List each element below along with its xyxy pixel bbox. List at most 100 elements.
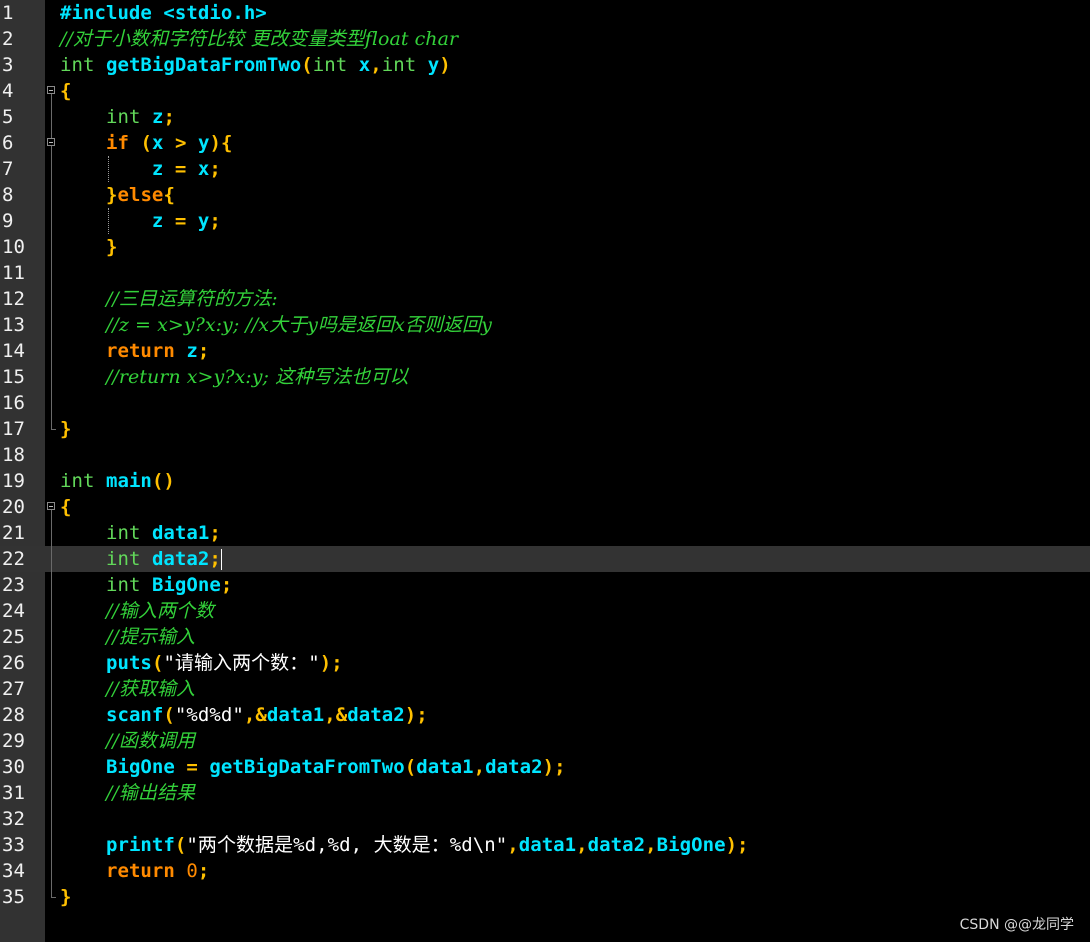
code-text[interactable]: int data1; xyxy=(60,520,221,546)
code-text[interactable]: }else{ xyxy=(60,182,175,208)
code-text[interactable]: printf("两个数据是%d,%d, 大数是：%d\n",data1,data… xyxy=(60,832,749,858)
code-text[interactable]: } xyxy=(60,884,72,910)
code-line[interactable]: 27 //获取输入 xyxy=(0,676,1090,702)
code-line[interactable]: 3 int getBigDataFromTwo(int x,int y) xyxy=(0,52,1090,78)
code-text[interactable]: //输入两个数 xyxy=(60,598,214,624)
code-text[interactable]: } xyxy=(60,416,72,442)
line-number: 25 xyxy=(2,626,25,648)
code-text[interactable]: int getBigDataFromTwo(int x,int y) xyxy=(60,52,451,78)
code-line[interactable]: 8 }else{ xyxy=(0,182,1090,208)
code-line[interactable]: 29 //函数调用 xyxy=(0,728,1090,754)
code-line[interactable]: 7 z = x; xyxy=(0,156,1090,182)
code-text[interactable]: { xyxy=(60,78,72,104)
code-text[interactable]: //函数调用 xyxy=(60,728,195,754)
code-line[interactable]: 12 //三目运算符的方法: xyxy=(0,286,1090,312)
fold-marker xyxy=(45,26,58,52)
code-line[interactable]: 1 #include <stdio.h> xyxy=(0,0,1090,26)
code-text[interactable]: return 0; xyxy=(60,858,209,884)
code-text[interactable]: int main() xyxy=(60,468,175,494)
code-line[interactable]: 24 //输入两个数 xyxy=(0,598,1090,624)
code-text[interactable]: puts("请输入两个数："); xyxy=(60,650,343,676)
code-text[interactable]: int z; xyxy=(60,104,175,130)
code-line[interactable]: 18 xyxy=(0,442,1090,468)
code-text[interactable]: int BigOne; xyxy=(60,572,232,598)
code-line[interactable]: 13 //z = x>y?x:y; //x大于y吗是返回x否则返回y xyxy=(0,312,1090,338)
code-line[interactable]: 21 int data1; xyxy=(0,520,1090,546)
code-line[interactable]: 20 { xyxy=(0,494,1090,520)
fold-collapse-icon[interactable] xyxy=(47,138,55,146)
code-editor[interactable]: 1 #include <stdio.h> 2 //对于小数和字符比较 更改变量类型fl… xyxy=(0,0,1090,942)
fold-marker[interactable] xyxy=(45,78,58,104)
code-text[interactable]: BigOne = getBigDataFromTwo(data1,data2); xyxy=(60,754,566,780)
code-text[interactable]: //获取输入 xyxy=(60,676,195,702)
code-line[interactable]: 10 } xyxy=(0,234,1090,260)
code-line[interactable]: 28 scanf("%d%d",&data1,&data2); xyxy=(0,702,1090,728)
fold-collapse-icon[interactable] xyxy=(47,86,55,94)
string-token: "%d%d" xyxy=(174,704,244,726)
code-line[interactable]: 17} xyxy=(0,416,1090,442)
fold-marker[interactable] xyxy=(45,494,58,520)
preprocessor-token: #include <stdio.h> xyxy=(60,2,267,24)
fold-marker[interactable] xyxy=(45,130,58,156)
code-line[interactable]: 26 puts("请输入两个数："); xyxy=(0,650,1090,676)
string-token: "请输入两个数：" xyxy=(163,652,320,674)
code-line[interactable]: 30 BigOne = getBigDataFromTwo(data1,data… xyxy=(0,754,1090,780)
code-line[interactable]: 14 return z; xyxy=(0,338,1090,364)
code-text[interactable]: //对于小数和字符比较 更改变量类型float char xyxy=(60,26,458,52)
code-text[interactable]: if (x > y){ xyxy=(60,130,232,156)
code-line[interactable]: 35} xyxy=(0,884,1090,910)
fold-marker xyxy=(45,754,58,780)
fold-collapse-icon[interactable] xyxy=(47,502,55,510)
code-line[interactable]: 6 if (x > y){ xyxy=(0,130,1090,156)
identifier-token: y xyxy=(197,210,210,232)
identifier-token: data2 xyxy=(347,704,405,726)
fold-marker xyxy=(45,728,58,754)
code-text[interactable]: //z = x>y?x:y; //x大于y吗是返回x否则返回y xyxy=(60,312,492,338)
code-text[interactable]: } xyxy=(60,234,117,260)
code-line[interactable]: 16 xyxy=(0,390,1090,416)
code-line[interactable]: 9 z = y; xyxy=(0,208,1090,234)
code-line[interactable]: 33 printf("两个数据是%d,%d, 大数是：%d\n",data1,d… xyxy=(0,832,1090,858)
code-line[interactable]: 15 //return x>y?x:y; 这种写法也可以 xyxy=(0,364,1090,390)
code-text[interactable]: //提示输入 xyxy=(60,624,195,650)
code-line[interactable]: 11 xyxy=(0,260,1090,286)
code-line[interactable]: 34 return 0; xyxy=(0,858,1090,884)
fold-marker xyxy=(45,364,58,390)
code-text[interactable]: #include <stdio.h> xyxy=(60,0,267,26)
identifier-token: x xyxy=(197,158,210,180)
operator-token: , xyxy=(507,834,519,856)
identifier-token: x xyxy=(151,132,164,154)
code-line[interactable]: 4{ xyxy=(0,78,1090,104)
code-line[interactable]: 31 //输出结果 xyxy=(0,780,1090,806)
code-text[interactable]: //return x>y?x:y; 这种写法也可以 xyxy=(60,364,408,390)
line-number: 33 xyxy=(2,834,25,856)
code-text[interactable]: z = x; xyxy=(60,156,221,182)
code-line[interactable]: 19 int main() xyxy=(0,468,1090,494)
code-area[interactable]: 1 #include <stdio.h> 2 //对于小数和字符比较 更改变量类型fl… xyxy=(0,0,1090,942)
operator-token: ,& xyxy=(324,704,348,726)
fold-marker xyxy=(45,390,58,416)
code-text[interactable]: scanf("%d%d",&data1,&data2); xyxy=(60,702,428,728)
fold-marker xyxy=(45,182,58,208)
code-text[interactable]: int data2; xyxy=(60,546,221,572)
code-line[interactable]: 25 //提示输入 xyxy=(0,624,1090,650)
code-line[interactable]: 5 int z; xyxy=(0,104,1090,130)
code-text[interactable]: return z; xyxy=(60,338,209,364)
code-line[interactable]: 22 int data2; xyxy=(0,546,1090,572)
code-line[interactable]: 2 //对于小数和字符比较 更改变量类型float char xyxy=(0,26,1090,52)
fold-marker xyxy=(45,104,58,130)
code-text[interactable]: //三目运算符的方法: xyxy=(60,286,278,312)
code-line[interactable]: 32 xyxy=(0,806,1090,832)
code-line[interactable]: 23 int BigOne; xyxy=(0,572,1090,598)
code-text[interactable]: //输出结果 xyxy=(60,780,195,806)
comment-token: //函数调用 xyxy=(105,730,196,752)
fold-marker xyxy=(45,572,58,598)
code-text[interactable]: z = y; xyxy=(60,208,221,234)
code-text[interactable]: { xyxy=(60,494,72,520)
